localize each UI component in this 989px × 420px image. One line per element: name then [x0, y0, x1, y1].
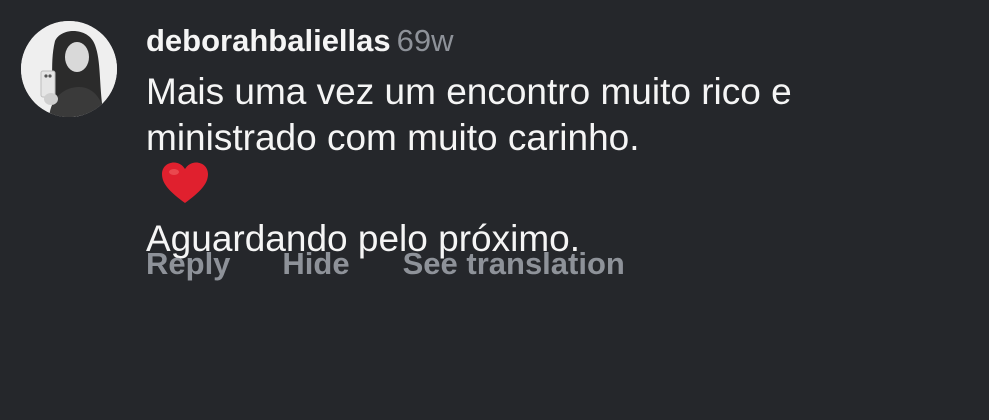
- timestamp[interactable]: 69w: [397, 23, 454, 58]
- heart-icon: [160, 161, 969, 216]
- comment-text: Mais uma vez um encontro muito rico e mi…: [146, 69, 969, 262]
- see-translation-button[interactable]: See translation: [403, 245, 625, 283]
- avatar[interactable]: [21, 21, 117, 117]
- comment-text-line-1: Mais uma vez um encontro muito rico e: [146, 71, 792, 112]
- username[interactable]: deborahbaliellas: [146, 23, 391, 58]
- comment-actions: Reply Hide See translation: [146, 245, 625, 283]
- comment-text-line-2: ministrado com muito carinho.: [146, 115, 969, 216]
- comment-item: deborahbaliellas 69w Mais uma vez um enco…: [0, 0, 989, 420]
- comment-body: deborahbaliellas 69w Mais uma vez um enco…: [146, 22, 969, 262]
- user-avatar-icon: [21, 21, 117, 117]
- comment-text-line-2-text: ministrado com muito carinho.: [146, 117, 640, 158]
- comment-header: deborahbaliellas 69w: [146, 22, 969, 60]
- hide-button[interactable]: Hide: [282, 245, 349, 283]
- reply-button[interactable]: Reply: [146, 245, 230, 283]
